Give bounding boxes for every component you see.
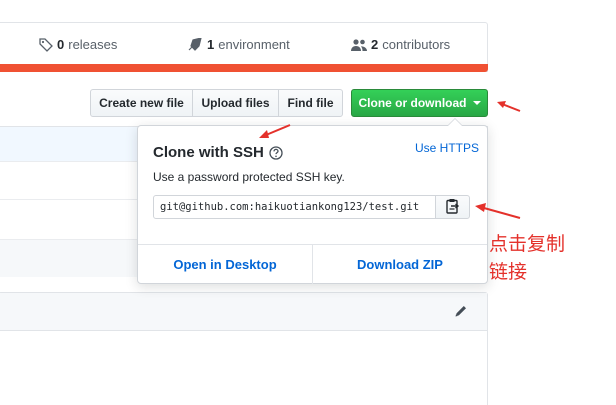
annotation-arrow-title	[259, 124, 291, 138]
contributors-link[interactable]: 2 contributors	[351, 37, 450, 52]
clipboard-icon	[445, 198, 460, 217]
clone-dropdown-title: Clone with SSH	[153, 144, 283, 161]
releases-link[interactable]: 0 releases	[39, 37, 117, 52]
annotation-arrow-copy	[475, 203, 521, 219]
clone-or-download-button[interactable]: Clone or download	[351, 89, 488, 117]
use-https-link[interactable]: Use HTTPS	[415, 141, 479, 155]
environment-link[interactable]: 1 environment	[187, 37, 290, 52]
readme-header	[0, 293, 487, 331]
clone-button-label: Clone or download	[358, 96, 467, 110]
create-new-file-button[interactable]: Create new file	[90, 89, 193, 117]
ssh-description: Use a password protected SSH key.	[153, 170, 345, 184]
rocket-icon	[187, 37, 203, 52]
environment-count: 1	[207, 37, 215, 52]
pencil-icon[interactable]	[454, 304, 468, 321]
clone-title-text: Clone with SSH	[153, 144, 264, 161]
find-file-button[interactable]: Find file	[278, 89, 343, 117]
people-icon	[351, 38, 367, 52]
clone-url-input[interactable]: git@github.com:haikuotiankong123/test.gi…	[153, 195, 436, 219]
readme-box	[0, 292, 488, 405]
releases-count: 0	[57, 37, 65, 52]
tag-icon	[39, 37, 53, 52]
clone-dropdown-footer: Open in Desktop Download ZIP	[138, 244, 487, 284]
environment-label: environment	[218, 37, 290, 52]
annotation-text: 点击复制 链接	[489, 230, 589, 286]
open-in-desktop-button[interactable]: Open in Desktop	[138, 245, 313, 284]
download-zip-button[interactable]: Download ZIP	[313, 245, 487, 284]
contributors-label: contributors	[382, 37, 451, 52]
contributors-count: 2	[371, 37, 379, 52]
copy-url-button[interactable]	[435, 195, 470, 219]
annotation-line-2: 链接	[489, 261, 528, 283]
question-icon[interactable]	[269, 145, 283, 160]
annotation-arrow-clone	[497, 101, 521, 112]
releases-label: releases	[68, 37, 118, 52]
annotation-line-1: 点击复制	[489, 233, 566, 255]
language-bar	[0, 64, 488, 72]
clone-dropdown: Clone with SSH Use HTTPS Use a password …	[137, 118, 488, 284]
caret-down-icon	[472, 101, 481, 105]
upload-files-button[interactable]: Upload files	[192, 89, 279, 117]
